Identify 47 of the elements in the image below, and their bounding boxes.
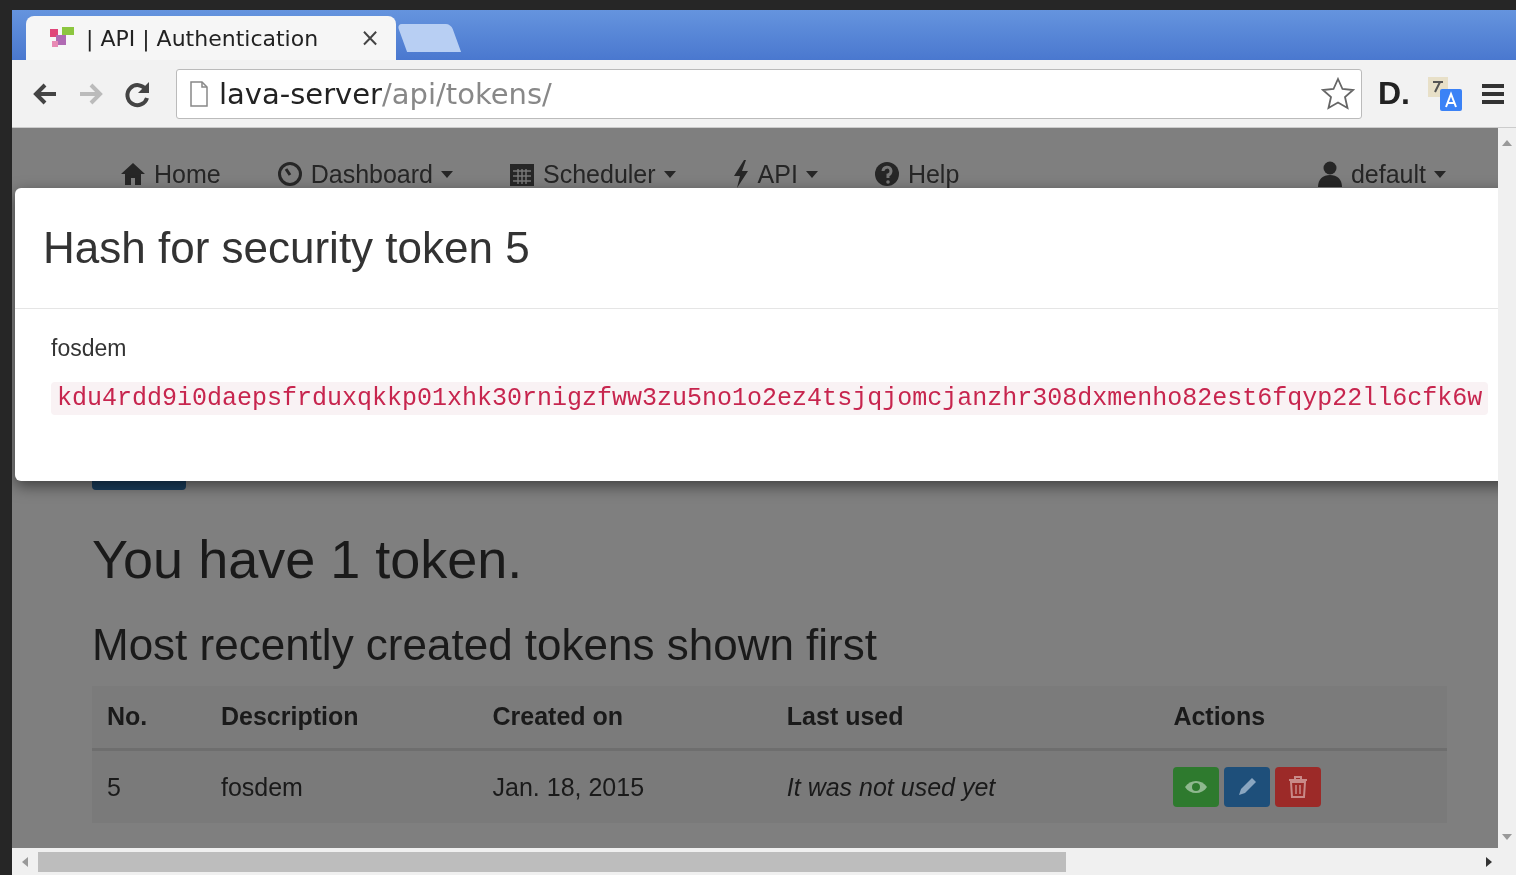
- table-cell: fosdem: [205, 749, 478, 823]
- scrollbar-thumb[interactable]: [38, 851, 1066, 872]
- bolt-icon: [731, 160, 750, 188]
- user-icon: [1316, 161, 1343, 187]
- table-cell: It was not used yet: [771, 749, 1159, 823]
- nav-link[interactable]: Scheduler: [509, 158, 676, 190]
- horizontal-scrollbar[interactable]: [12, 848, 1516, 875]
- help-icon: [873, 161, 900, 187]
- bookmark-star-icon[interactable]: [1321, 76, 1355, 111]
- view-button[interactable]: [1173, 767, 1220, 807]
- nav-link[interactable]: Home: [120, 158, 221, 190]
- scroll-down-icon[interactable]: [1502, 834, 1512, 840]
- column-header: No.: [92, 686, 206, 750]
- calendar-icon: [509, 161, 535, 187]
- edit-button[interactable]: [1224, 767, 1271, 807]
- vertical-scrollbar[interactable]: [1498, 128, 1516, 848]
- page-heading: You have 1 token.: [92, 528, 524, 590]
- gauge-icon: [276, 161, 303, 187]
- delete-button[interactable]: [1275, 767, 1322, 807]
- home-icon: [120, 162, 146, 186]
- user-menu[interactable]: default: [1316, 158, 1446, 190]
- trash-icon: [1288, 776, 1309, 798]
- column-header: Created on: [477, 686, 772, 750]
- page-icon: [189, 80, 209, 107]
- browser-tab[interactable]: | API | Authentication ×: [26, 16, 396, 60]
- address-bar[interactable]: lava-server/api/tokens/: [176, 68, 1362, 119]
- token-description: fosdem: [51, 335, 128, 362]
- close-tab-button[interactable]: ×: [359, 24, 380, 52]
- table-cell: 5: [92, 749, 206, 823]
- dialog-title: Hash for security token 5: [43, 223, 530, 273]
- nav-link[interactable]: Dashboard: [276, 158, 453, 190]
- token-hash: kdu4rdd9i0daepsfrduxqkkp01xhk30rnigzfww3zu5no1o2ez4tsjqjomcjanzhr308dxmenho82est6fqyp22ll6cfk6w: [51, 382, 1489, 415]
- scroll-right-icon[interactable]: [1486, 856, 1492, 867]
- scroll-left-icon[interactable]: [22, 856, 28, 867]
- page-subheading: Most recently created tokens shown first: [92, 620, 878, 670]
- extension-button[interactable]: D.: [1378, 75, 1410, 112]
- translate-icon[interactable]: [1426, 74, 1464, 113]
- nav-link[interactable]: Help: [873, 158, 960, 190]
- column-header: Description: [205, 686, 478, 750]
- new-tab-button[interactable]: [396, 24, 462, 52]
- pencil-icon: [1236, 776, 1259, 798]
- table-cell: Jan. 18, 2015: [477, 749, 772, 823]
- eye-icon: [1184, 779, 1209, 795]
- column-header: Actions: [1158, 686, 1447, 750]
- column-header: Last used: [771, 686, 1159, 750]
- scroll-up-icon[interactable]: [1502, 140, 1512, 146]
- nav-link[interactable]: API: [731, 158, 818, 190]
